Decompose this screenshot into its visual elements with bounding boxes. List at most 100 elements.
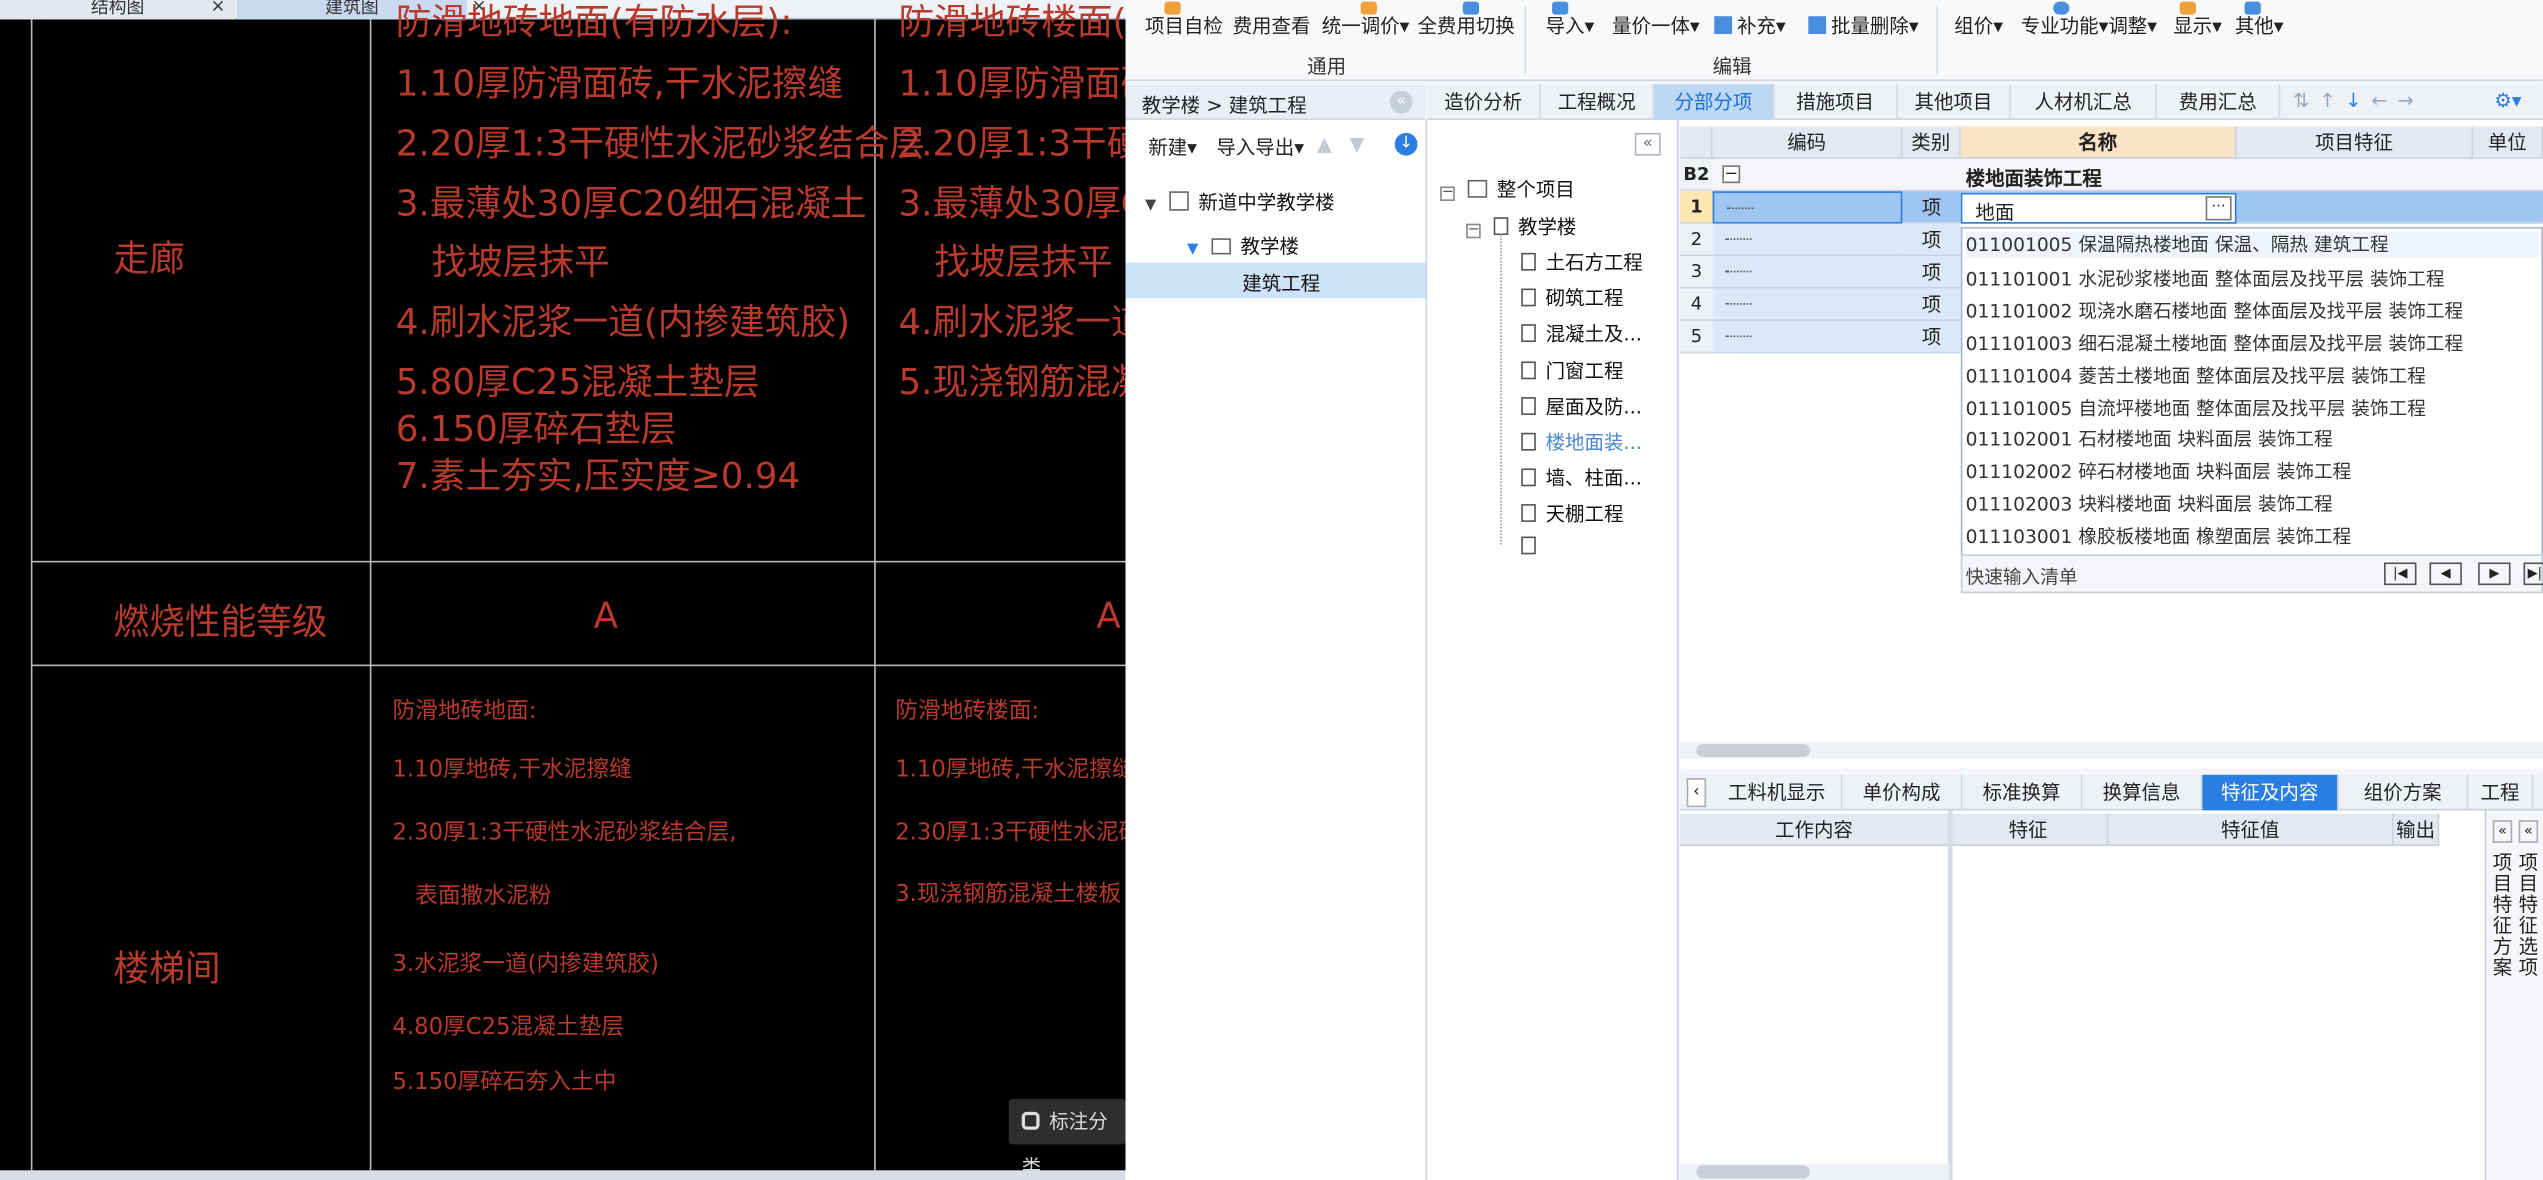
cell-type[interactable]: 项 <box>1902 191 1961 224</box>
special-function-button[interactable]: 专业功能▾ <box>2021 1 2108 39</box>
detail-scrollbar[interactable] <box>1680 1163 1950 1180</box>
row-number[interactable]: 5 <box>1680 320 1713 354</box>
dropdown-item[interactable]: 011101002 现浇水磨石楼地面 整体面层及找平层 装饰工程 <box>1966 298 2464 324</box>
cad-tab-structure[interactable]: 结构图 × <box>0 0 236 20</box>
import-export-button[interactable]: 导入导出▾ <box>1216 133 1304 161</box>
tab-labor-material[interactable]: 工料机显示 <box>1713 774 1843 811</box>
cell-code[interactable] <box>1712 223 1903 257</box>
next-page-icon[interactable]: ▶ <box>2478 562 2511 586</box>
quantity-price-button[interactable]: 量价一体▾ <box>1612 11 1700 39</box>
tree-item-building[interactable]: ▼ 教学楼 <box>1187 232 1299 260</box>
tab-other-items[interactable]: 其他项目 <box>1898 84 2012 120</box>
expand-arrow-icon[interactable]: ▼ <box>1145 198 1156 214</box>
tab-fee-summary[interactable]: 费用汇总 <box>2157 84 2281 120</box>
expand-arrow-icon[interactable]: ▼ <box>1187 242 1198 258</box>
cell-type[interactable]: 项 <box>1902 320 1961 354</box>
tab-project-overview[interactable]: 工程概况 <box>1541 84 1655 120</box>
dropdown-item[interactable]: 011102002 碎石材楼地面 块料面层 装饰工程 <box>1966 459 2352 485</box>
tree-division[interactable]: 屋面及防... <box>1521 392 1642 420</box>
tree-division[interactable]: 砌筑工程 <box>1521 284 1623 312</box>
arrow-up-icon[interactable]: ▲ <box>1317 133 1332 156</box>
ellipsis-button[interactable]: ··· <box>2205 196 2232 221</box>
tree-item-civil[interactable]: 建筑工程 <box>1242 269 1320 297</box>
import-button[interactable]: 导入▾ <box>1546 1 1594 39</box>
tree-division-selected[interactable]: 楼地面装... <box>1521 428 1642 456</box>
section-row[interactable]: − 楼地面装饰工程 <box>1712 158 2543 192</box>
name-input[interactable]: 地面 ··· <box>1960 192 2237 224</box>
dropdown-item[interactable]: 011001005 保温隔热楼地面 保温、隔热 建筑工程 <box>1965 231 2539 258</box>
dropdown-item[interactable]: 011102003 块料楼地面 块料面层 装饰工程 <box>1966 491 2333 517</box>
batch-delete-button[interactable]: 批量删除▾ <box>1808 11 1919 39</box>
download-icon[interactable]: ↓ <box>1394 132 1418 156</box>
collapse-box-icon[interactable]: − <box>1440 186 1455 201</box>
dropdown-item[interactable]: 011103001 橡胶板楼地面 橡塑面层 装饰工程 <box>1966 524 2352 550</box>
tab-project[interactable]: 工程 <box>2468 774 2534 811</box>
tab-convert-info[interactable]: 换算信息 <box>2082 774 2203 811</box>
arrow-down-icon[interactable]: ▼ <box>1349 133 1364 156</box>
collapse-icon[interactable]: « <box>1389 90 1413 114</box>
cell-type[interactable]: 项 <box>1902 256 1961 289</box>
new-button[interactable]: 新建▾ <box>1148 133 1197 161</box>
settings-icon[interactable]: ⚙▾ <box>2494 89 2521 112</box>
tab-measures[interactable]: 措施项目 <box>1774 84 1898 120</box>
feature-option-label[interactable]: 项目特征选项 <box>2519 852 2538 979</box>
cell-type[interactable]: 项 <box>1902 288 1961 321</box>
tab-unit-price[interactable]: 单价构成 <box>1842 774 1963 811</box>
dropdown-item[interactable]: 011101003 细石混凝土楼地面 整体面层及找平层 装饰工程 <box>1966 331 2464 357</box>
feature-scheme-label[interactable]: 项目特征方案 <box>2493 852 2512 979</box>
panel-divider[interactable] <box>1947 810 1953 1180</box>
col-unit[interactable]: 单位 <box>2473 126 2543 159</box>
close-icon[interactable]: × <box>210 0 225 15</box>
col-feature[interactable]: 特征 <box>1949 813 2109 847</box>
display-button[interactable]: 显示▾ <box>2173 1 2222 39</box>
col-code[interactable]: 编码 <box>1712 126 1903 159</box>
tree-item-project[interactable]: ▼ 新道中学教学楼 <box>1145 188 1335 216</box>
first-page-icon[interactable]: |◀ <box>2384 562 2417 586</box>
tab-sub-items[interactable]: 分部分项 <box>1654 84 1775 120</box>
row-number[interactable]: 4 <box>1680 288 1713 321</box>
cell-code[interactable] <box>1712 288 1903 321</box>
collapse-box-icon[interactable]: − <box>1466 223 1481 239</box>
collapse-side-icon[interactable]: « <box>2492 820 2513 843</box>
tree-whole-project[interactable]: − 整个项目 <box>1440 175 1575 203</box>
cell-code[interactable] <box>1712 256 1903 289</box>
dropdown-item[interactable]: 011101004 菱苦土楼地面 整体面层及找平层 装饰工程 <box>1966 363 2426 389</box>
supplement-button[interactable]: 补充▾ <box>1714 11 1786 39</box>
cell-type[interactable]: 项 <box>1902 223 1961 257</box>
col-name[interactable]: 名称 <box>1960 126 2237 159</box>
tree-building[interactable]: − 教学楼 <box>1466 212 1576 240</box>
collapse-box-icon[interactable]: − <box>1722 165 1741 184</box>
dropdown-item[interactable]: 011101001 水泥砂浆楼地面 整体面层及找平层 装饰工程 <box>1966 266 2445 292</box>
row-number[interactable]: 2 <box>1680 223 1713 257</box>
collapse-side-icon[interactable]: « <box>2518 820 2539 843</box>
fee-view-button[interactable]: 费用查看 <box>1233 11 1311 39</box>
col-feature[interactable]: 项目特征 <box>2236 126 2474 159</box>
tab-resources-summary[interactable]: 人材机汇总 <box>2011 84 2157 120</box>
full-fee-switch-button[interactable]: 全费用切换 <box>1417 1 1515 39</box>
col-work-content[interactable]: 工作内容 <box>1680 813 1950 847</box>
tree-division[interactable]: 门窗工程 <box>1521 357 1623 385</box>
tree-division[interactable]: 混凝土及... <box>1521 319 1642 347</box>
unified-price-button[interactable]: 统一调价▾ <box>1322 1 1409 39</box>
prev-page-icon[interactable]: ◀ <box>2429 562 2462 586</box>
col-type[interactable]: 类别 <box>1902 126 1961 159</box>
tab-standard-convert[interactable]: 标准换算 <box>1962 774 2083 811</box>
toolbar-icons[interactable]: ⇅↑↓←→ <box>2293 89 2423 112</box>
compose-price-button[interactable]: 组价▾ <box>1954 11 2003 39</box>
tree-division[interactable]: 天棚工程 <box>1521 499 1623 527</box>
cell-code[interactable] <box>1712 191 1903 224</box>
row-number[interactable]: 1 <box>1680 191 1713 224</box>
project-check-button[interactable]: 项目自检 <box>1145 1 1223 39</box>
tab-cost-analysis[interactable]: 造价分析 <box>1427 84 1541 120</box>
tree-division[interactable] <box>1521 535 1545 558</box>
dropdown-item[interactable]: 011101005 自流坪楼地面 整体面层及找平层 装饰工程 <box>1966 395 2426 421</box>
collapse-panel-icon[interactable]: « <box>1634 132 1661 156</box>
tab-features-content[interactable]: 特征及内容 <box>2202 774 2339 811</box>
col-feature-value[interactable]: 特征值 <box>2108 813 2394 847</box>
tree-division[interactable]: 土石方工程 <box>1521 248 1643 276</box>
col-output[interactable]: 输出 <box>2393 813 2440 847</box>
last-page-icon[interactable]: ▶| <box>2523 562 2543 586</box>
horizontal-scrollbar[interactable] <box>1680 742 2543 759</box>
tab-pricing-plan[interactable]: 组价方案 <box>2339 774 2469 811</box>
cell-code[interactable] <box>1712 320 1903 354</box>
